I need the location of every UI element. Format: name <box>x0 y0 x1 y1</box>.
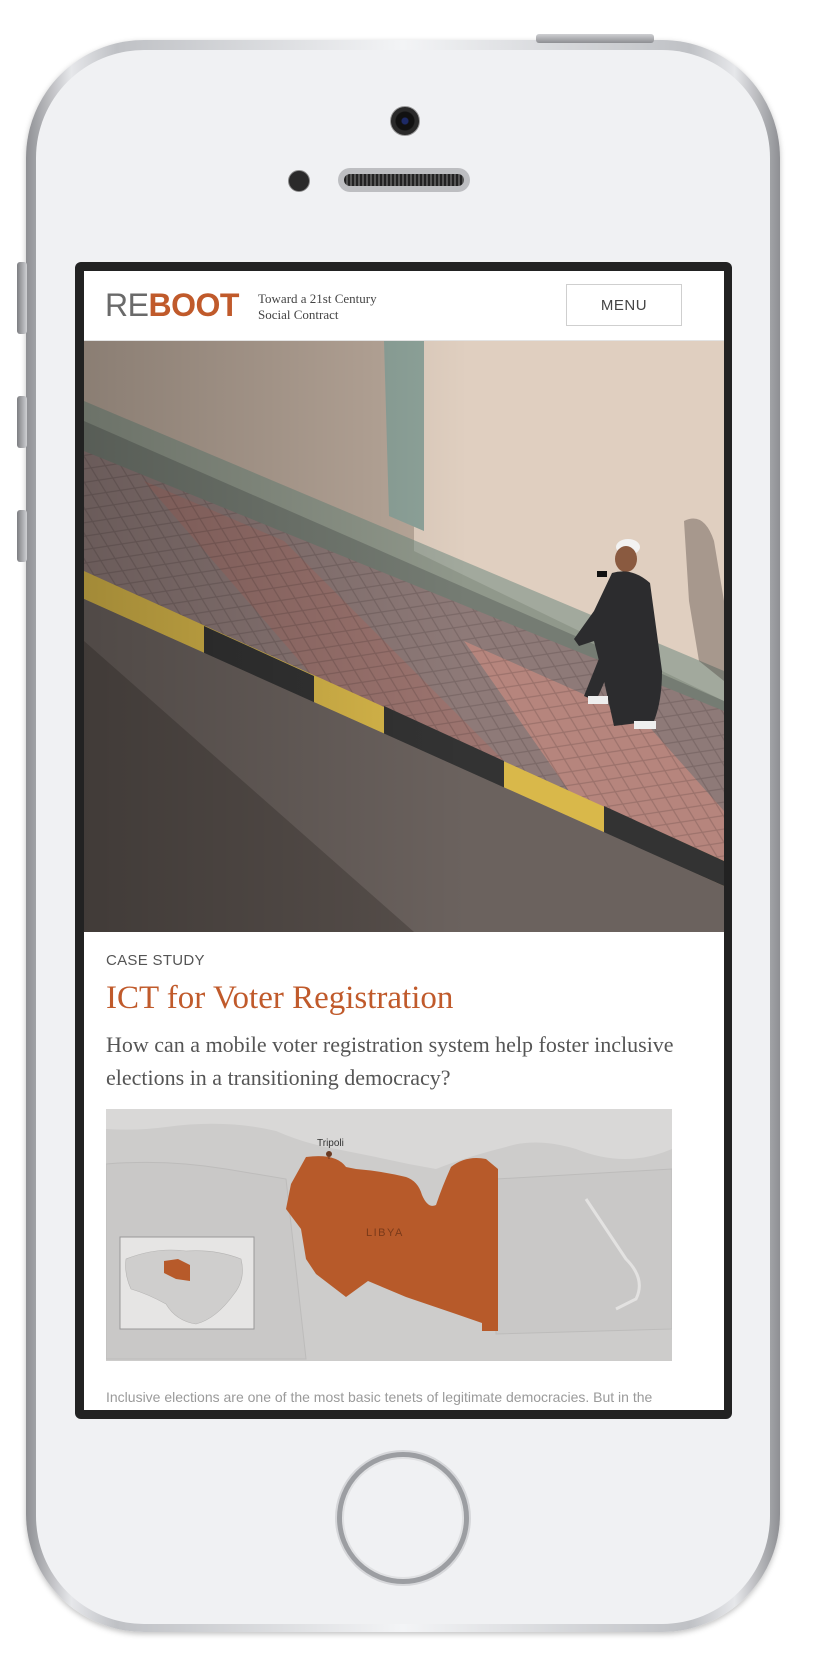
tagline: Toward a 21st Century Social Contract <box>258 291 408 323</box>
volume-down-button <box>17 510 27 562</box>
map-illustration: Tripoli LIBYA <box>106 1109 672 1361</box>
volume-switch <box>17 262 27 334</box>
earpiece-speaker <box>338 168 470 192</box>
country-label-libya: LIBYA <box>366 1227 404 1239</box>
article-header: CASE STUDY ICT for Voter Registration Ho… <box>106 951 702 1094</box>
proximity-sensor <box>288 170 310 192</box>
site-header: REBOOT Toward a 21st Century Social Cont… <box>84 271 724 341</box>
screen: REBOOT Toward a 21st Century Social Cont… <box>84 271 724 1410</box>
libya-map: Tripoli LIBYA <box>106 1109 672 1361</box>
logo-suffix: BOOT <box>148 287 239 323</box>
city-label-tripoli: Tripoli <box>317 1138 344 1149</box>
article-subtitle: How can a mobile voter registration syst… <box>106 1032 674 1090</box>
inset-locator-map <box>119 1236 255 1330</box>
logo-prefix: RE <box>105 287 149 323</box>
article-title: ICT for Voter Registration <box>106 980 454 1016</box>
article-body-preview: Inclusive elections are one of the most … <box>106 1389 653 1405</box>
tagline-line-1: Toward a 21st Century <box>258 291 377 306</box>
power-button <box>536 34 654 43</box>
volume-up-button <box>17 396 27 448</box>
reboot-logo[interactable]: REBOOT <box>105 287 239 323</box>
case-study-label: CASE STUDY <box>106 952 205 969</box>
front-camera <box>390 106 420 136</box>
hero-photo-illustration <box>84 341 724 932</box>
menu-button[interactable]: MENU <box>566 284 682 326</box>
home-button[interactable] <box>337 1452 469 1584</box>
hero-image <box>84 341 724 932</box>
tagline-line-2: Social Contract <box>258 307 339 322</box>
